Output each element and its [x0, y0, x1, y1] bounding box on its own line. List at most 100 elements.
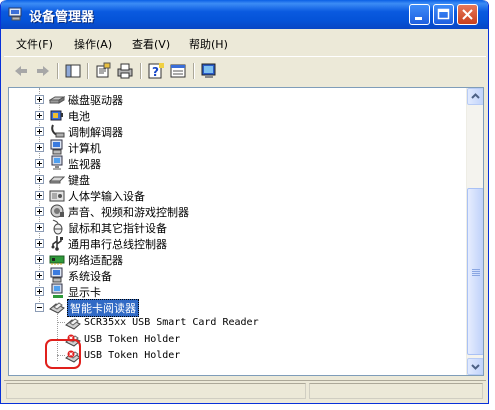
toolbar-separator [140, 63, 142, 79]
scroll-down-button[interactable] [467, 358, 483, 375]
svg-text:?: ? [152, 65, 159, 79]
annotation-highlight-ring [45, 339, 81, 369]
tree-node[interactable]: 计算机 [9, 139, 469, 155]
expand-button[interactable] [35, 223, 44, 232]
mouse-icon [52, 219, 63, 235]
back-arrow-icon[interactable] [12, 62, 30, 80]
battery-icon [50, 110, 63, 121]
forward-arrow-icon[interactable] [34, 62, 52, 80]
menu-bar: 文件(F) 操作(A) 查看(V) 帮助(H) [4, 33, 486, 53]
toolbar-separator [193, 63, 195, 79]
tree-node-label: 电池 [68, 110, 90, 123]
scrollbar-thumb[interactable] [467, 188, 483, 355]
scroll-up-button[interactable] [467, 88, 483, 105]
expand-button[interactable] [35, 271, 44, 280]
chevron-up-icon [471, 93, 480, 99]
tree-node-label: 磁盘驱动器 [68, 94, 123, 107]
tree-node-selected[interactable]: 智能卡阅读器 [9, 299, 469, 317]
disk-drive-icon [49, 96, 65, 104]
expand-button[interactable] [35, 175, 44, 184]
tree-node-label: SCR35xx USB Smart Card Reader [84, 317, 259, 328]
scrollbar-grip [472, 271, 480, 272]
tree-node[interactable]: 调制解调器 [9, 123, 469, 139]
usb-icon [51, 236, 63, 251]
tree-node-label: 系统设备 [68, 270, 112, 283]
console-tree-icon[interactable] [64, 62, 82, 80]
keyboard-icon [49, 176, 65, 184]
tree-node[interactable]: 网络适配器 [9, 251, 469, 267]
sound-icon [50, 204, 64, 218]
menu-action[interactable]: 操作(A) [74, 36, 112, 52]
toolbar: ? [4, 56, 486, 84]
expand-button[interactable] [35, 143, 44, 152]
tree-node[interactable]: 电池 [9, 107, 469, 123]
menu-help[interactable]: 帮助(H) [189, 36, 228, 52]
toolbar-separator [87, 63, 89, 79]
close-icon [462, 9, 473, 20]
card-reader-device-icon [65, 318, 81, 330]
tree-node-label: 调制解调器 [68, 126, 123, 139]
tree-node[interactable]: 监视器 [9, 155, 469, 171]
expand-button[interactable] [35, 255, 44, 264]
computer-icon [50, 139, 63, 155]
window-title: 设备管理器 [29, 10, 95, 25]
toolbar-separator [57, 63, 59, 79]
scan-hardware-icon[interactable] [200, 62, 218, 80]
properties-icon[interactable] [94, 62, 112, 80]
status-bar [4, 380, 486, 400]
tree-node[interactable]: 系统设备 [9, 267, 469, 283]
device-manager-app-icon [8, 7, 22, 21]
chevron-down-icon [471, 364, 480, 370]
tree-node-label: USB Token Holder [84, 334, 181, 345]
maximize-button[interactable] [433, 4, 454, 25]
expand-button[interactable] [35, 111, 44, 120]
print-icon[interactable] [116, 62, 134, 80]
status-pane [309, 383, 483, 399]
expand-button[interactable] [35, 95, 44, 104]
help-icon[interactable]: ? [147, 62, 165, 80]
tree-node[interactable]: 通用串行总线控制器 [9, 235, 469, 251]
tree-node-label: USB Token Holder [84, 350, 181, 361]
network-adapter-icon [49, 255, 65, 265]
collapse-button[interactable] [35, 303, 44, 312]
close-button[interactable] [457, 4, 478, 25]
tree-node-label: 显示卡 [68, 286, 101, 299]
expand-button[interactable] [35, 191, 44, 200]
expand-button[interactable] [35, 159, 44, 168]
hid-icon [49, 190, 65, 202]
tree-node-label: 网络适配器 [68, 254, 123, 267]
tree-node-label: 计算机 [68, 142, 101, 155]
tree-node-label: 声音、视频和游戏控制器 [68, 206, 189, 219]
scrollbar-grip [472, 273, 480, 274]
maximize-icon [437, 8, 450, 20]
tree-node[interactable]: 显示卡 [9, 283, 469, 299]
minimize-icon [415, 17, 422, 20]
tree-node-label: 鼠标和其它指针设备 [68, 222, 167, 235]
tree-node[interactable]: 人体学输入设备 [9, 187, 469, 203]
menu-file[interactable]: 文件(F) [16, 36, 53, 52]
system-device-icon [50, 267, 63, 283]
tree-node-label: 通用串行总线控制器 [68, 238, 167, 251]
tree-node[interactable]: 声音、视频和游戏控制器 [9, 203, 469, 219]
tree-node-label: 人体学输入设备 [68, 190, 145, 203]
smart-card-reader-icon [49, 302, 65, 314]
tree-node[interactable]: 鼠标和其它指针设备 [9, 219, 469, 235]
tree-node[interactable]: 磁盘驱动器 [9, 91, 469, 107]
view-icon[interactable] [169, 62, 187, 80]
title-bar[interactable]: 设备管理器 [1, 0, 488, 29]
status-pane [6, 383, 306, 399]
vertical-scrollbar[interactable] [466, 88, 483, 375]
scrollbar-grip [472, 269, 480, 270]
expand-button[interactable] [35, 127, 44, 136]
tree-node-label: 键盘 [68, 174, 90, 187]
menu-view[interactable]: 查看(V) [132, 36, 170, 52]
expand-button[interactable] [35, 207, 44, 216]
monitor-icon [51, 155, 63, 170]
expand-button[interactable] [35, 287, 44, 296]
tree-node[interactable]: 键盘 [9, 171, 469, 187]
tree-child-node[interactable]: SCR35xx USB Smart Card Reader [9, 315, 469, 331]
device-tree[interactable]: 磁盘驱动器 电池 调制解调器 计算机 监视器 键盘 人体学输入设备 声音、视频和… [8, 87, 484, 376]
tree-node-label: 监视器 [68, 158, 101, 171]
minimize-button[interactable] [409, 4, 430, 25]
expand-button[interactable] [35, 239, 44, 248]
